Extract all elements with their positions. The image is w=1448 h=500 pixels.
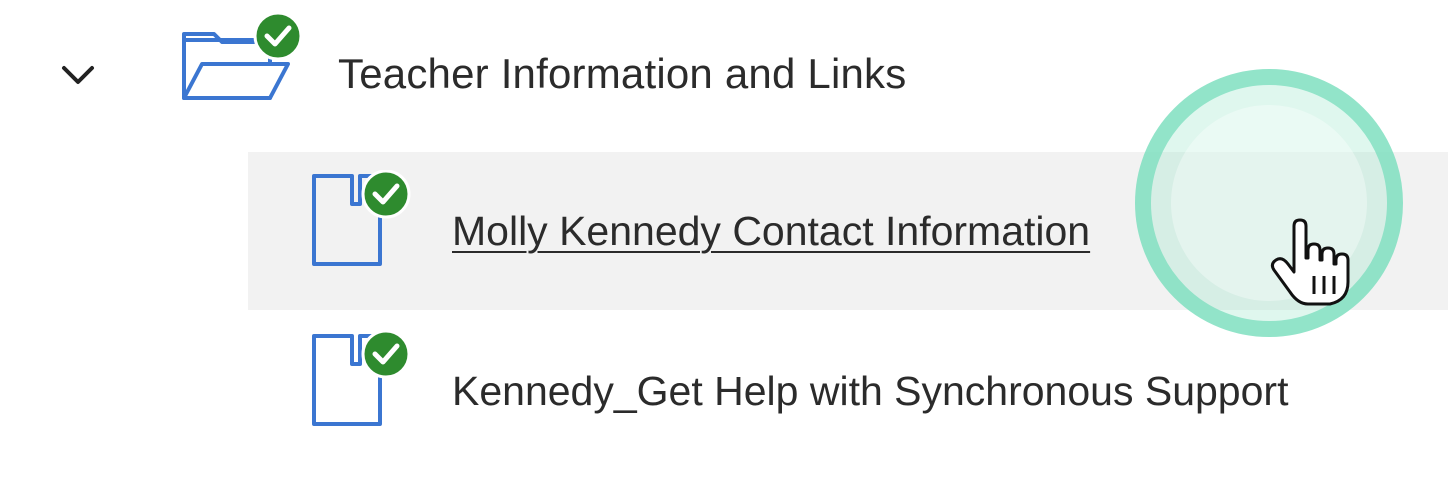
chevron-down-icon[interactable] <box>58 58 98 94</box>
folder-title[interactable]: Teacher Information and Links <box>338 50 906 98</box>
folder-open-icon <box>182 11 303 100</box>
completed-check-icon <box>361 170 411 219</box>
module-folder-row[interactable]: Teacher Information and Links <box>0 0 1448 150</box>
completed-check-icon <box>253 11 303 61</box>
module-item-molly-kennedy-contact[interactable]: Molly Kennedy Contact Information <box>248 152 1448 310</box>
document-icon <box>312 170 411 266</box>
item-title-link[interactable]: Kennedy_Get Help with Synchronous Suppor… <box>452 368 1288 415</box>
document-icon <box>312 330 411 426</box>
item-title-link[interactable]: Molly Kennedy Contact Information <box>452 208 1090 255</box>
module-item-get-help-synchronous[interactable]: Kennedy_Get Help with Synchronous Suppor… <box>248 312 1448 470</box>
completed-check-icon <box>361 330 411 379</box>
